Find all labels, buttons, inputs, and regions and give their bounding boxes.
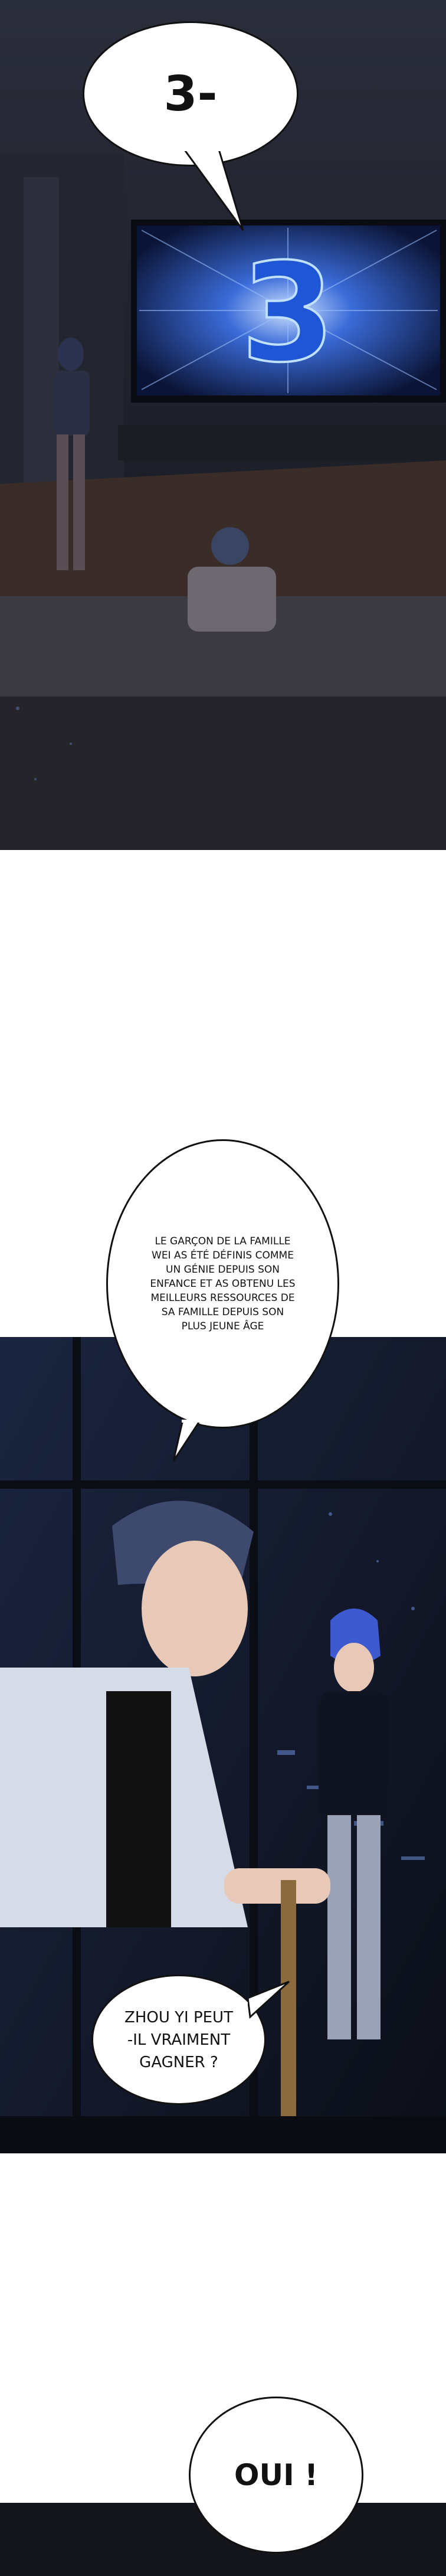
bubble-line: ENFANCE ET AS OBTENU LES bbox=[150, 1278, 296, 1290]
speech-bubble-countdown: 3- bbox=[83, 21, 299, 166]
bubble-line: -IL VRAIMENT bbox=[127, 2031, 231, 2049]
bubble-line: GAGNER ? bbox=[139, 2053, 218, 2071]
panel-tv-countdown: 3 3- bbox=[0, 0, 446, 850]
bubble-line: ZHOU YI PEUT bbox=[124, 2008, 233, 2026]
bubble-text: OUI ! bbox=[234, 2458, 318, 2492]
speech-bubble-narration: LE GARÇON DE LA FAMILLE WEI AS ÉTÉ DÉFIN… bbox=[106, 1139, 339, 1428]
speech-bubble-question: ZHOU YI PEUT -IL VRAIMENT GAGNER ? bbox=[91, 1975, 266, 2105]
bubble-line: UN GÉNIE DEPUIS SON bbox=[166, 1264, 280, 1276]
bubble-line: SA FAMILLE DEPUIS SON bbox=[161, 1306, 284, 1318]
bubble-tail bbox=[182, 148, 244, 231]
bubble-line: LE GARÇON DE LA FAMILLE bbox=[155, 1235, 291, 1247]
bubble-line: WEI AS ÉTÉ DÉFINIS COMME bbox=[152, 1250, 294, 1261]
bubble-line: MEILLEURS RESSOURCES DE bbox=[150, 1292, 295, 1304]
bubble-tail bbox=[248, 1980, 290, 2019]
bubble-tail bbox=[172, 1420, 202, 1462]
bubble-line: PLUS JEUNE ÂGE bbox=[181, 1320, 264, 1332]
bubble-text: 3- bbox=[163, 66, 218, 122]
speech-bubble-final: OUI ! bbox=[189, 2397, 363, 2554]
tv-number: 3 bbox=[241, 235, 335, 393]
